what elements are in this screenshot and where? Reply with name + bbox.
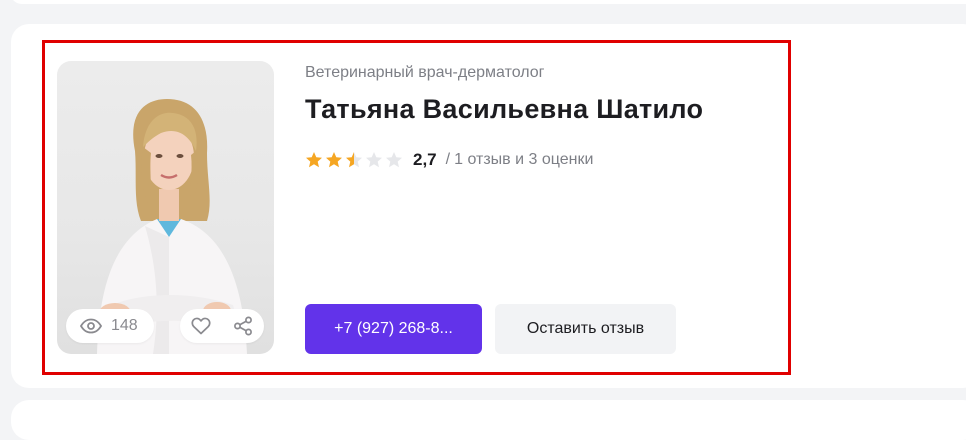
previous-card xyxy=(10,0,966,4)
selection-highlight xyxy=(42,40,791,375)
next-card xyxy=(11,400,966,440)
